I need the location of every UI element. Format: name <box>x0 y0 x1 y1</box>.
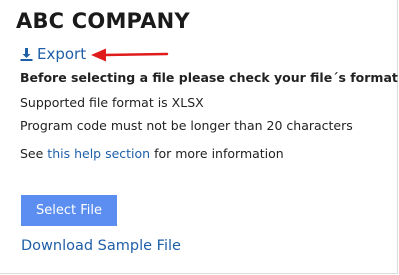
download-icon <box>20 47 33 61</box>
red-arrow-left-icon <box>91 48 169 62</box>
select-file-button[interactable]: Select File <box>21 195 117 226</box>
format-heading: Before selecting a file please check you… <box>20 70 399 85</box>
help-prefix: See <box>20 146 48 161</box>
page-title: ABC COMPANY <box>16 9 190 33</box>
panel-frame <box>0 0 398 274</box>
help-section-link[interactable]: this help section <box>47 146 150 161</box>
code-length-text: Program code must not be longer than 20 … <box>20 118 353 133</box>
download-sample-link[interactable]: Download Sample File <box>21 238 181 254</box>
export-label: Export <box>37 45 87 63</box>
help-suffix: for more information <box>150 146 284 161</box>
help-text: See this help section for more informati… <box>20 146 284 161</box>
export-link[interactable]: Export <box>20 45 86 63</box>
supported-format-text: Supported file format is XLSX <box>20 95 204 110</box>
